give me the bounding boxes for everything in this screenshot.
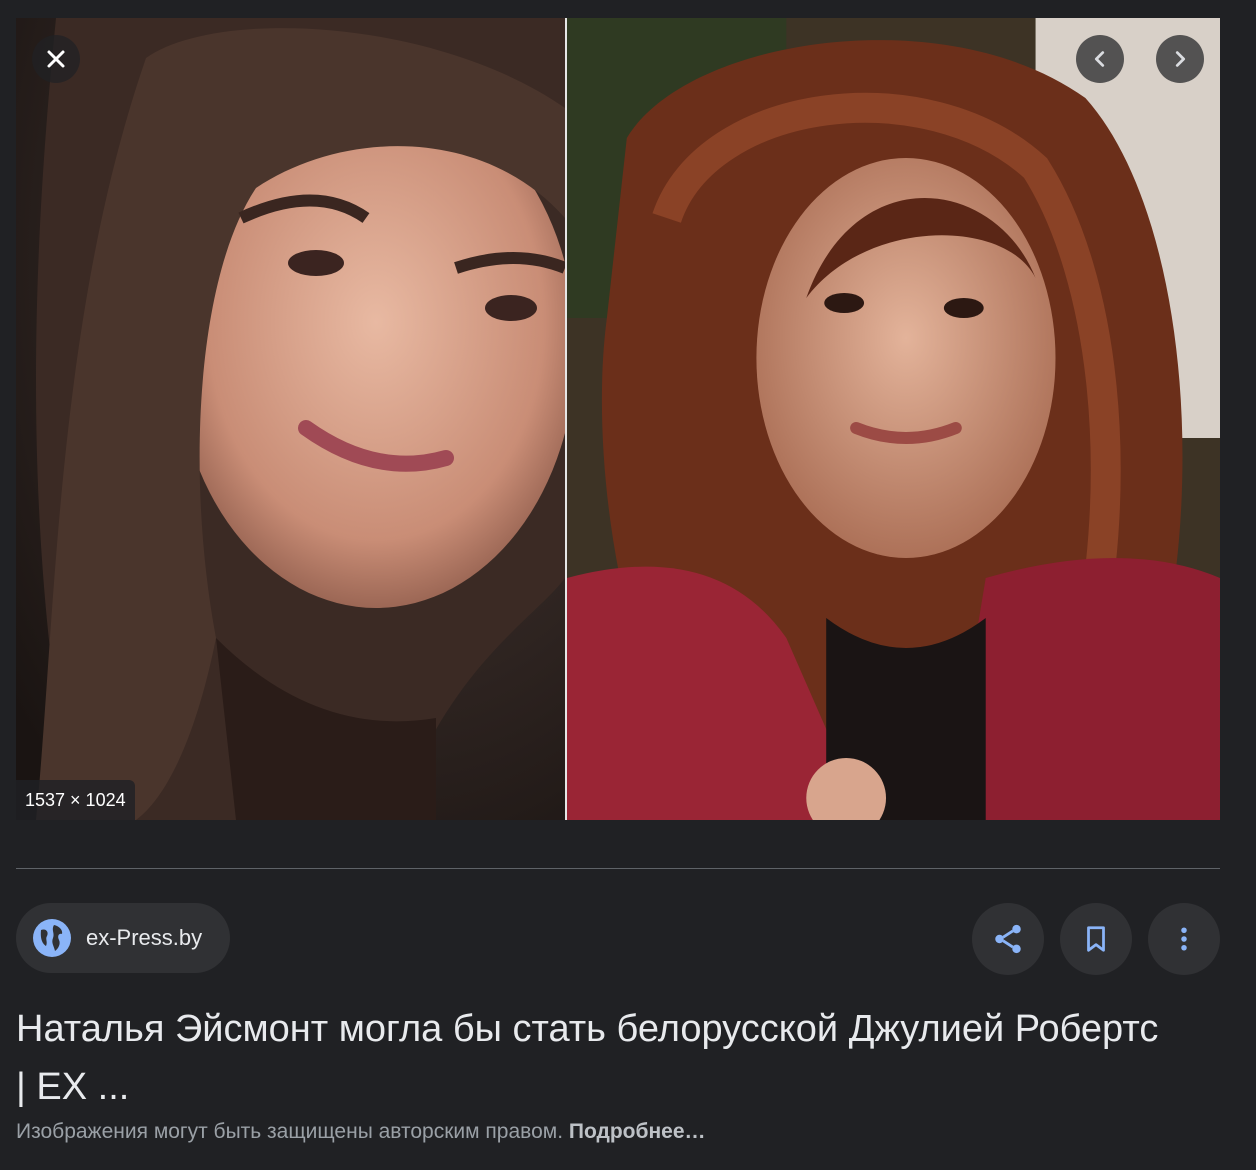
chevron-right-icon [1175,51,1186,67]
close-button[interactable] [32,35,80,83]
learn-more-link[interactable]: Подробнее… [569,1120,706,1143]
divider [16,868,1220,869]
chevron-left-icon [1094,51,1105,67]
photo-left [16,18,565,820]
copyright-text: Изображения могут быть защищены авторски… [16,1120,564,1143]
photo-right [565,18,1220,820]
save-button[interactable] [1060,903,1132,975]
more-options-button[interactable] [1148,903,1220,975]
more-vert-icon [1181,927,1187,951]
globe-icon [33,919,71,957]
bookmark-icon [1087,926,1105,952]
share-button[interactable] [972,903,1044,975]
result-title-link[interactable]: Наталья Эйсмонт могла бы стать белорусск… [16,1000,1176,1116]
next-image-button[interactable] [1156,35,1204,83]
share-icon [995,924,1021,954]
source-label: ex-Press.by [86,925,203,950]
image-preview[interactable] [16,18,1220,820]
close-icon [47,50,65,68]
copyright-notice: Изображения могут быть защищены авторски… [16,1120,706,1144]
previous-image-button[interactable] [1076,35,1124,83]
source-chip[interactable]: ex-Press.by [16,903,230,973]
image-dimensions-badge: 1537 × 1024 [16,780,135,820]
